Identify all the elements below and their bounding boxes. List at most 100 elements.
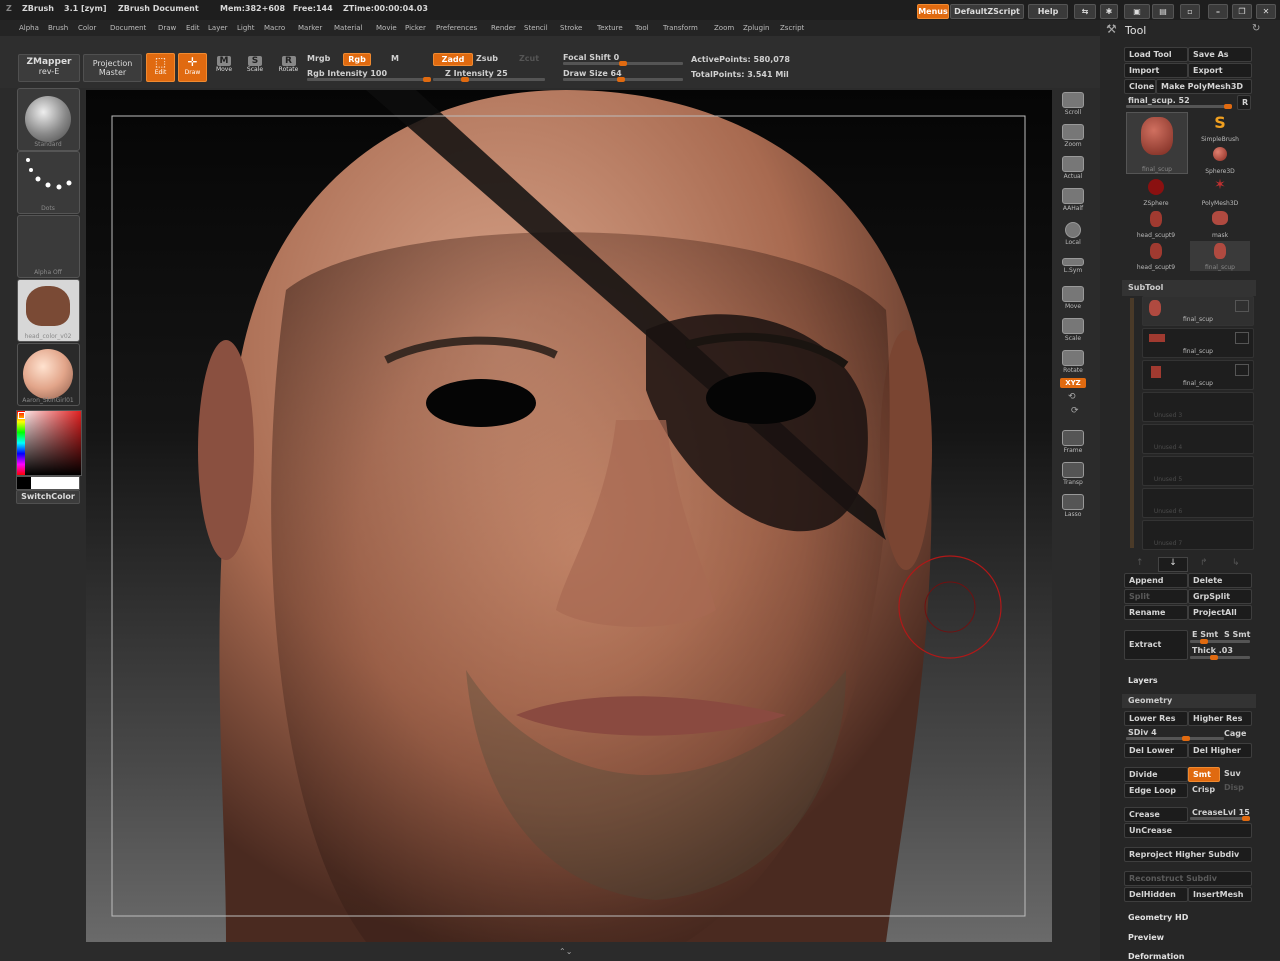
- menu-marker[interactable]: Marker: [298, 24, 322, 32]
- transp-button[interactable]: Transp: [1058, 460, 1088, 490]
- menu-zplugin[interactable]: Zplugin: [743, 24, 769, 32]
- smt-toggle[interactable]: Smt: [1188, 767, 1220, 782]
- reproject-higher-subdiv-button[interactable]: Reproject Higher Subdiv: [1124, 847, 1252, 862]
- crease-lvl-knob[interactable]: [1242, 816, 1250, 821]
- extract-button[interactable]: Extract: [1124, 630, 1188, 660]
- menu-color[interactable]: Color: [78, 24, 96, 32]
- menu-draw[interactable]: Draw: [158, 24, 176, 32]
- rename-button[interactable]: Rename: [1124, 605, 1188, 620]
- s-smt-label[interactable]: S Smt: [1224, 630, 1250, 639]
- zcut-button[interactable]: Zcut: [519, 54, 539, 63]
- move-up-icon[interactable]: ↑: [1136, 558, 1144, 568]
- frame-button[interactable]: Frame: [1058, 428, 1088, 458]
- menu-document[interactable]: Document: [110, 24, 146, 32]
- subtool-row-3[interactable]: final_scup: [1142, 360, 1254, 390]
- menu-movie[interactable]: Movie: [376, 24, 397, 32]
- import-button[interactable]: Import: [1124, 63, 1188, 78]
- thick-slider-knob[interactable]: [1210, 655, 1218, 660]
- mrgb-button[interactable]: Mrgb: [307, 54, 330, 63]
- tool-slider[interactable]: [1126, 104, 1232, 109]
- suv-toggle[interactable]: Suv: [1224, 769, 1241, 778]
- secondary-color-swatch[interactable]: [16, 476, 80, 490]
- close-icon[interactable]: ✕: [1256, 4, 1276, 19]
- preview-header[interactable]: Preview: [1128, 933, 1164, 942]
- tool-cell-sphere3d[interactable]: Sphere3D: [1190, 145, 1250, 175]
- lock-icon[interactable]: ▫: [1180, 4, 1200, 19]
- subtool-row-1[interactable]: final_scup: [1142, 296, 1254, 326]
- r-button[interactable]: R: [1237, 95, 1251, 110]
- rotate-z-icon[interactable]: ⟳: [1071, 406, 1079, 416]
- e-smt-label[interactable]: E Smt: [1192, 630, 1218, 639]
- menu-light[interactable]: Light: [237, 24, 254, 32]
- thick-slider[interactable]: [1190, 655, 1250, 660]
- local-button[interactable]: Local: [1058, 220, 1088, 250]
- menu-zoom[interactable]: Zoom: [714, 24, 734, 32]
- rgb-intensity-slider[interactable]: [307, 77, 431, 82]
- smt-slider[interactable]: [1190, 639, 1250, 644]
- canvas-viewport[interactable]: [86, 90, 1052, 942]
- focal-shift-slider[interactable]: [563, 61, 683, 66]
- menu-edit[interactable]: Edit: [186, 24, 200, 32]
- canvas-expand-icon[interactable]: ⌃⌄: [559, 947, 572, 956]
- draw-size-knob[interactable]: [617, 77, 625, 82]
- smt-slider-knob[interactable]: [1200, 639, 1208, 644]
- lsym-button[interactable]: L.Sym: [1058, 252, 1088, 282]
- move-down-icon[interactable]: ↓: [1158, 557, 1188, 572]
- focal-shift-knob[interactable]: [619, 61, 627, 66]
- scale-view-button[interactable]: Scale: [1058, 316, 1088, 346]
- delete-button[interactable]: Delete: [1188, 573, 1252, 588]
- scroll-button[interactable]: Scroll: [1058, 90, 1088, 120]
- xyz-button[interactable]: XYZ: [1060, 378, 1086, 388]
- merge-down-icon[interactable]: ↳: [1232, 558, 1240, 568]
- rgb-button[interactable]: Rgb: [343, 53, 371, 66]
- default-zscript-button[interactable]: DefaultZScript: [950, 4, 1024, 19]
- hue-strip[interactable]: [17, 411, 25, 475]
- z-intensity-slider[interactable]: [433, 77, 545, 82]
- pin-icon[interactable]: ✱: [1100, 4, 1118, 19]
- menu-layer[interactable]: Layer: [208, 24, 228, 32]
- z-intensity-knob[interactable]: [461, 77, 469, 82]
- aahalf-button[interactable]: AAHalf: [1058, 186, 1088, 216]
- tool-cell-zsphere[interactable]: ZSphere: [1126, 177, 1186, 207]
- color-picker[interactable]: [16, 410, 82, 476]
- visibility-toggle-icon-3[interactable]: [1235, 364, 1249, 376]
- zmapper-button[interactable]: ZMapper rev-E: [18, 54, 80, 82]
- tool-cell-head-scupt9-b[interactable]: head_scupt9: [1126, 241, 1186, 271]
- edge-loop-button[interactable]: Edge Loop: [1124, 783, 1188, 798]
- m-button[interactable]: M: [391, 54, 399, 63]
- rotate-y-icon[interactable]: ⟲: [1068, 392, 1076, 402]
- subtool-row-2[interactable]: final_scup: [1142, 328, 1254, 358]
- uncrease-button[interactable]: UnCrease: [1124, 823, 1252, 838]
- higher-res-button[interactable]: Higher Res: [1188, 711, 1252, 726]
- sculpt-model[interactable]: [86, 90, 1052, 942]
- sdiv-slider[interactable]: [1126, 736, 1224, 741]
- menu-picker[interactable]: Picker: [405, 24, 426, 32]
- menu-macro[interactable]: Macro: [264, 24, 285, 32]
- make-polymesh-button[interactable]: Make PolyMesh3D: [1156, 79, 1252, 94]
- restore-icon[interactable]: ❐: [1232, 4, 1252, 19]
- tool-cell-mask[interactable]: mask: [1190, 209, 1250, 239]
- scale-button[interactable]: S Scale: [241, 53, 269, 82]
- menu-render[interactable]: Render: [491, 24, 516, 32]
- grpsplit-button[interactable]: GrpSplit: [1188, 589, 1252, 604]
- tool-slider-knob[interactable]: [1224, 104, 1232, 109]
- crease-button[interactable]: Crease: [1124, 807, 1188, 822]
- split-button[interactable]: Split: [1124, 589, 1188, 604]
- del-higher-button[interactable]: Del Higher: [1188, 743, 1252, 758]
- edit-button[interactable]: ⬚ Edit: [146, 53, 175, 82]
- color-picker-cursor[interactable]: [18, 412, 25, 419]
- menu-preferences[interactable]: Preferences: [436, 24, 477, 32]
- menu-material[interactable]: Material: [334, 24, 362, 32]
- menu-stencil[interactable]: Stencil: [524, 24, 548, 32]
- disp-toggle[interactable]: Disp: [1224, 783, 1244, 792]
- sdiv-slider-knob[interactable]: [1182, 736, 1190, 741]
- draw-button[interactable]: ✛ Draw: [178, 53, 207, 82]
- palette-icon[interactable]: ▤: [1152, 4, 1174, 19]
- insertmesh-button[interactable]: InsertMesh: [1188, 887, 1252, 902]
- draw-size-slider[interactable]: [563, 77, 683, 82]
- palette-refresh-icon[interactable]: ↻: [1252, 23, 1260, 34]
- reconstruct-subdiv-button[interactable]: Reconstruct Subdiv: [1124, 871, 1252, 886]
- menu-brush[interactable]: Brush: [48, 24, 68, 32]
- crisp-toggle[interactable]: Crisp: [1192, 785, 1215, 794]
- help-button[interactable]: Help: [1028, 4, 1068, 19]
